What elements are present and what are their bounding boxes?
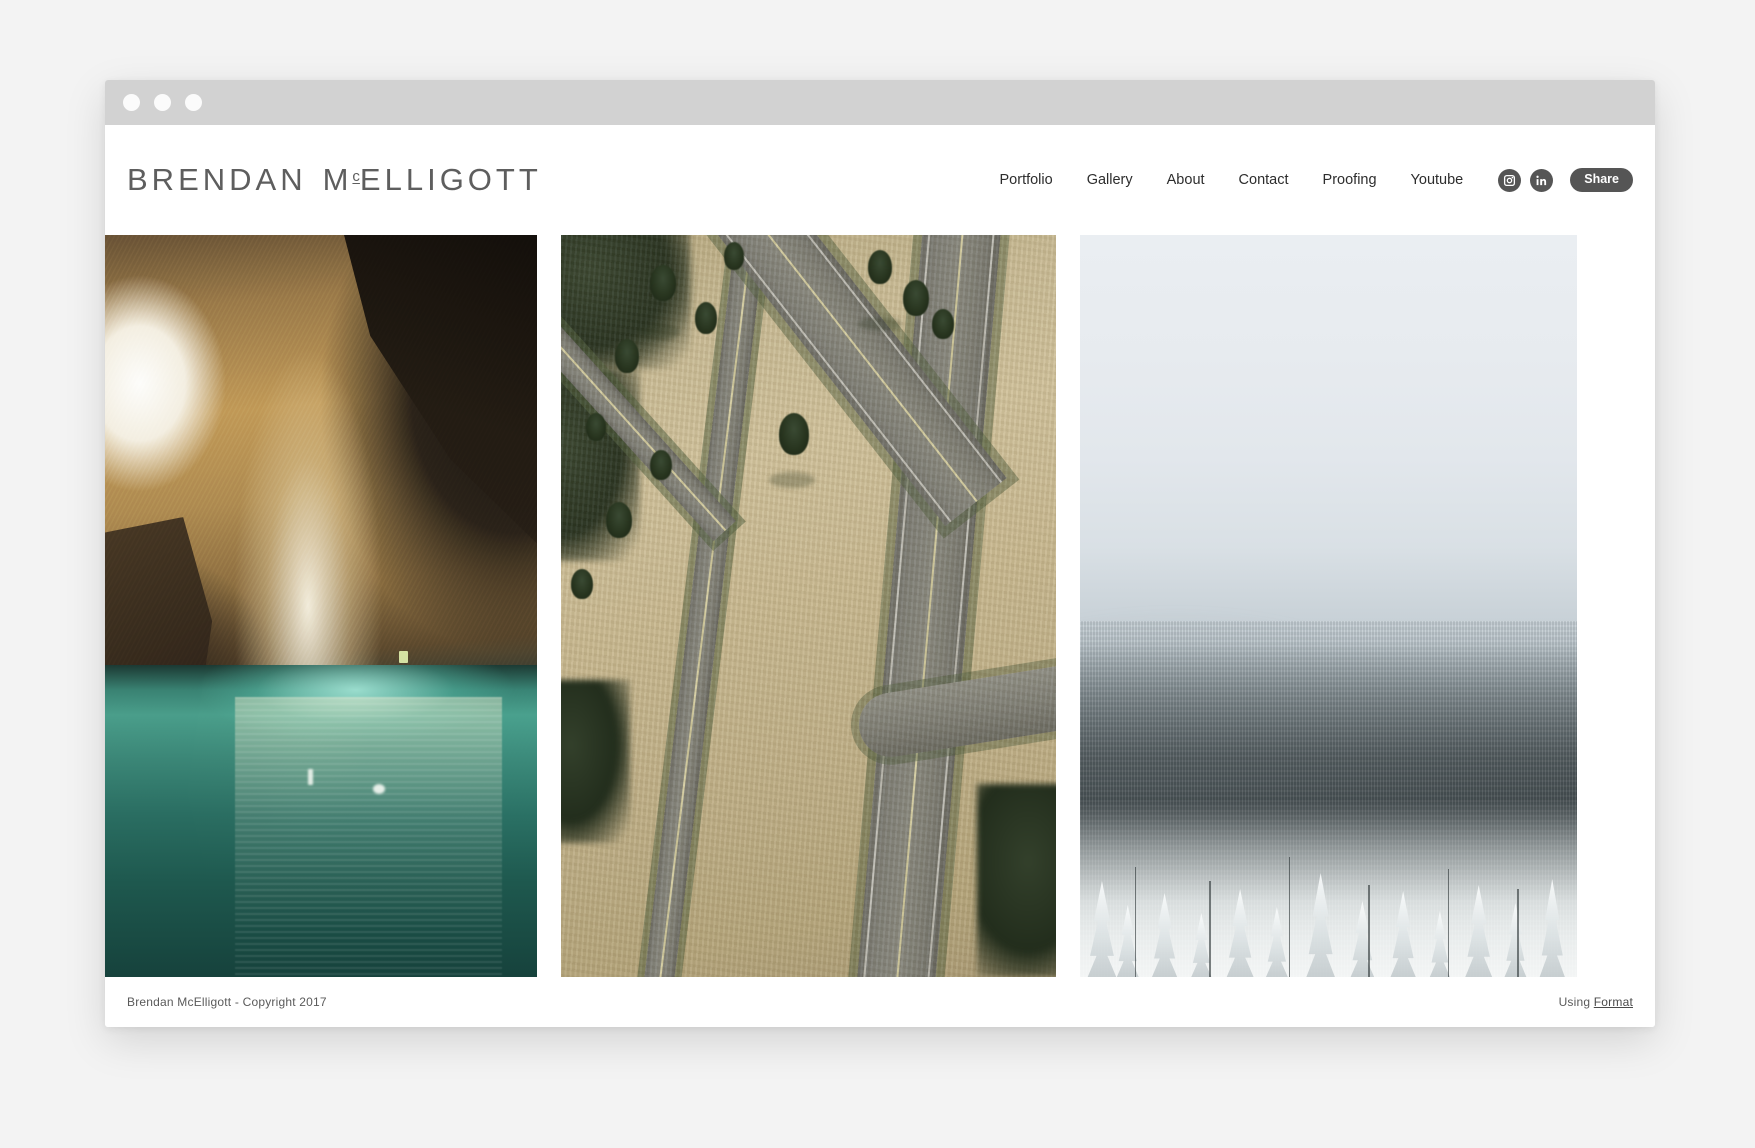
tree (650, 264, 677, 301)
gallery-item-aerial-highway[interactable] (561, 235, 1056, 977)
tree (615, 338, 640, 373)
format-link[interactable]: Format (1594, 995, 1633, 1009)
window-close-button[interactable] (123, 94, 140, 111)
site-footer: Brendan McElligott - Copyright 2017 Usin… (105, 977, 1655, 1027)
nav-item-about[interactable]: About (1150, 172, 1222, 188)
browser-window: BRENDAN M c ELLIGOTT Portfolio Gallery A… (105, 80, 1655, 1027)
logo-first-word: BRENDAN (127, 162, 307, 197)
bare-trunk (1209, 881, 1211, 977)
site-header: BRENDAN M c ELLIGOTT Portfolio Gallery A… (105, 125, 1655, 235)
bare-trunk (1368, 885, 1370, 977)
site-logo[interactable]: BRENDAN M c ELLIGOTT (127, 162, 542, 198)
tree (724, 242, 745, 271)
forest-patch (976, 784, 1056, 977)
nav-item-contact[interactable]: Contact (1222, 172, 1306, 188)
nav-item-gallery[interactable]: Gallery (1070, 172, 1150, 188)
tree-shadow (640, 324, 681, 341)
linkedin-icon[interactable] (1530, 168, 1554, 192)
window-minimize-button[interactable] (154, 94, 171, 111)
using-label: Using (1558, 995, 1594, 1009)
tree (570, 568, 593, 599)
window-maximize-button[interactable] (185, 94, 202, 111)
cave-light-speck (398, 650, 408, 663)
nav-item-portfolio[interactable]: Portfolio (983, 172, 1070, 188)
gallery-item-misty-forest[interactable] (1080, 235, 1577, 977)
social-links: Share (1498, 168, 1633, 192)
browser-titlebar (105, 80, 1655, 125)
tree (932, 309, 955, 340)
nav-item-proofing[interactable]: Proofing (1306, 172, 1394, 188)
cave-photo (105, 235, 537, 977)
main-navigation: Portfolio Gallery About Contact Proofing… (983, 168, 1633, 192)
cave-pool (105, 665, 537, 977)
tree (605, 502, 632, 539)
gallery-item-cave[interactable] (105, 235, 537, 977)
bare-trunk (1517, 889, 1519, 977)
copyright-text: Brendan McElligott - Copyright 2017 (127, 995, 327, 1009)
logo-last-name: M c ELLIGOTT (323, 162, 542, 198)
tree-shadow (858, 316, 902, 331)
image-gallery (105, 235, 1655, 977)
logo-mc-rest: ELLIGOTT (359, 162, 542, 197)
tree (867, 249, 892, 284)
cave-reflection-speck (308, 769, 314, 786)
tree (778, 413, 809, 456)
page-canvas: BRENDAN M c ELLIGOTT Portfolio Gallery A… (0, 0, 1755, 1148)
aerial-highway-photo (561, 235, 1056, 977)
tree (694, 301, 717, 334)
logo-mc-superscript: c (352, 168, 360, 185)
forest-patch (561, 680, 631, 844)
cave-water-highlight (372, 784, 385, 795)
bare-trunk (1288, 857, 1291, 977)
tree (902, 279, 929, 316)
platform-credit: Using Format (1559, 995, 1633, 1009)
bare-trunk (1447, 869, 1450, 977)
nav-item-youtube[interactable]: Youtube (1394, 172, 1481, 188)
bare-trunk (1134, 867, 1137, 977)
tree (585, 413, 606, 442)
tree (650, 450, 673, 481)
misty-forest-photo (1080, 235, 1577, 977)
logo-mc-prefix: M (322, 162, 353, 197)
share-button[interactable]: Share (1570, 168, 1633, 192)
instagram-icon[interactable] (1498, 168, 1522, 192)
